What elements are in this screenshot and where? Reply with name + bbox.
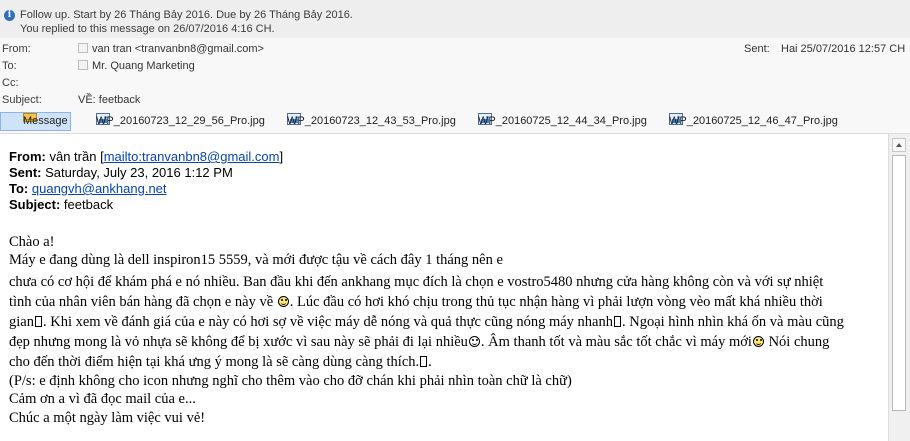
replied-text: You replied to this message on 26/07/201…	[20, 23, 275, 35]
scroll-up-arrow-icon[interactable]	[892, 138, 906, 152]
body-line: Máy e đang dùng là dell inspiron15 5559,…	[9, 252, 503, 268]
subject-row: Subject: VỀ: feetback	[0, 92, 910, 108]
attachment-name: WP_20160725_12_44_34_Pro.jpg	[478, 115, 647, 127]
subject-label: Subject:	[2, 94, 42, 106]
message-body[interactable]: From: vân trần [mailto:tranvanbn8@gmail.…	[0, 134, 888, 441]
missing-glyph-icon	[34, 316, 42, 327]
to-label: To:	[2, 60, 17, 72]
from-name[interactable]: van tran <tranvanbn8@gmail.com>	[92, 43, 264, 55]
quoted-subject: Subject: feetback	[9, 197, 113, 212]
body-text: cho đến thời điểm hiện tại khá ưng ý mon…	[9, 354, 420, 370]
body-text: .	[428, 354, 432, 370]
from-row: From: van tran <tranvanbn8@gmail.com> Se…	[0, 41, 910, 57]
to-row: To: Mr. Quang Marketing	[0, 58, 910, 74]
body-line: chưa có cơ hội để khám phá e nó nhiều. B…	[9, 274, 824, 290]
scrollbar-thumb[interactable]	[892, 155, 906, 411]
quoted-sent: Sent: Saturday, July 23, 2016 1:12 PM	[9, 165, 233, 180]
body-text: Nói chung	[764, 334, 830, 350]
smiley-icon	[468, 336, 480, 347]
message-header: From: van tran <tranvanbn8@gmail.com> Se…	[0, 38, 910, 110]
body-text: . Ngoại hình nhìn khá ổn và màu cũng	[621, 314, 844, 330]
quoted-to-link[interactable]: quangvh@ankhang.net	[32, 181, 167, 196]
subject-value: VỀ: feetback	[78, 94, 141, 106]
body-line: cho đến thời điểm hiện tại khá ưng ý mon…	[9, 354, 432, 371]
sent-label: Sent:	[744, 43, 770, 55]
smiley-icon	[277, 296, 289, 307]
quoted-from-name: vân trần	[49, 149, 97, 164]
quoted-sent-value: Saturday, July 23, 2016 1:12 PM	[45, 165, 233, 180]
body-line: Cảm ơn a vì đã đọc mail của e...	[9, 391, 196, 407]
grin-icon	[752, 336, 764, 347]
body-line: Chúc a một ngày làm việc vui vẻ!	[9, 410, 206, 426]
quoted-sent-label: Sent:	[9, 165, 42, 180]
quoted-from: From: vân trần [mailto:tranvanbn8@gmail.…	[9, 149, 284, 164]
to-value[interactable]: Mr. Quang Marketing	[78, 58, 195, 74]
vertical-scrollbar[interactable]	[888, 134, 910, 441]
quoted-to-label: To:	[9, 181, 29, 196]
from-label: From:	[2, 43, 31, 55]
missing-glyph-icon	[613, 316, 621, 327]
message-tab[interactable]: Message	[0, 112, 71, 131]
cc-label: Cc:	[2, 77, 19, 89]
body-text: tình của nhân viên bán hàng đã chọn e nà…	[9, 294, 274, 310]
body-line: gian . Khi xem về đánh giá của e này có h…	[9, 314, 844, 331]
contact-card-icon	[78, 60, 88, 70]
body-text: . Lúc đầu có hơi khó chịu trong thủ tục …	[289, 294, 823, 310]
message-tab-label: Message	[23, 115, 68, 127]
quoted-to: To: quangvh@ankhang.net	[9, 181, 167, 196]
contact-card-icon	[78, 43, 88, 53]
body-text: . Âm thanh tốt và màu sắc tốt chắc vì má…	[480, 334, 752, 350]
attachment-bar: Message WP_20160723_12_29_56_Pro.jpg WP_…	[0, 110, 910, 134]
cc-row: Cc:	[0, 75, 910, 91]
missing-glyph-icon	[420, 356, 428, 367]
from-value[interactable]: van tran <tranvanbn8@gmail.com>	[78, 41, 264, 57]
attachment-name: WP_20160723_12_43_53_Pro.jpg	[287, 115, 456, 127]
quoted-from-label: From:	[9, 149, 46, 164]
body-line: đẹp nhưng mong là vỏ nhựa sẽ không để bị…	[9, 334, 829, 351]
to-name[interactable]: Mr. Quang Marketing	[92, 60, 195, 72]
attachment-name: WP_20160725_12_46_47_Pro.jpg	[669, 115, 838, 127]
body-text: . Khi xem về đánh giá của e này có hơi s…	[42, 314, 613, 330]
sent-value: Hai 25/07/2016 12:57 CH	[781, 43, 906, 55]
follow-up-text: Follow up. Start by 26 Tháng Bảy 2016. D…	[20, 9, 353, 21]
body-text: gian	[9, 314, 34, 330]
quoted-subject-label: Subject:	[9, 197, 61, 212]
info-bar: i Follow up. Start by 26 Tháng Bảy 2016.…	[0, 0, 910, 39]
greeting: Chào a!	[9, 234, 55, 250]
quoted-subject-value: feetback	[63, 197, 114, 212]
body-text: đẹp nhưng mong là vỏ nhựa sẽ không để bị…	[9, 334, 468, 350]
quoted-from-link[interactable]: mailto:tranvanbn8@gmail.com	[104, 149, 280, 164]
info-icon: i	[4, 10, 15, 21]
body-line: tình của nhân viên bán hàng đã chọn e nà…	[9, 294, 823, 311]
body-line: (P/s: e định không cho icon nhưng nghĩ c…	[9, 373, 572, 389]
attachment-name: WP_20160723_12_29_56_Pro.jpg	[96, 115, 265, 127]
